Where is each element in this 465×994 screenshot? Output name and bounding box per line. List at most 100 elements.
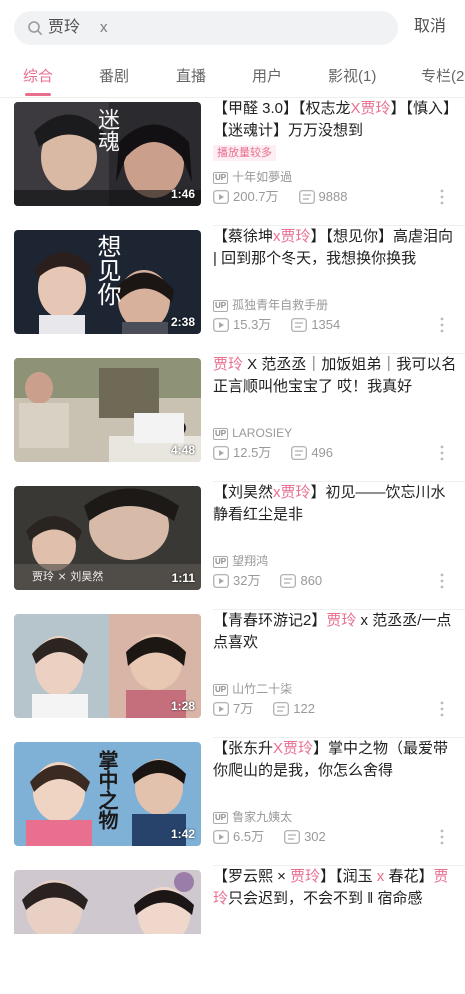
uploader-name: LAROSIEY <box>232 426 293 440</box>
tab-articles[interactable]: 专栏(2 <box>421 67 464 87</box>
danmaku-count-icon <box>280 574 297 588</box>
video-thumbnail[interactable]: 迷魂 1:46 <box>14 102 201 206</box>
danmaku-count-icon <box>291 318 308 332</box>
search-bar: 贾玲 x 取消 <box>0 0 465 58</box>
thumbnail-overlay-text: 贾玲 × 刘昊然 <box>32 570 104 583</box>
uploader-name: 山竹二十柒 <box>232 682 293 696</box>
video-title[interactable]: 【刘昊然x贾玲】初见——饮忘川水 静看红尘是非 <box>213 482 457 526</box>
danmaku-count-icon <box>291 446 308 460</box>
tab-live[interactable]: 直播 <box>176 67 206 87</box>
video-result[interactable]: 4:48 贾玲 X 范丞丞｜加饭姐弟｜我可以名正言顺叫他宝宝了 哎！我真好 UP… <box>0 354 465 482</box>
up-icon: UP <box>213 556 229 568</box>
title-keyword-highlight: x贾玲 <box>273 484 311 501</box>
more-options-icon[interactable] <box>439 188 445 206</box>
video-duration: 1:28 <box>170 699 195 713</box>
video-thumbnail[interactable]: 想见你 2:38 <box>14 230 201 334</box>
title-segment: 【蔡徐坤 <box>213 228 274 245</box>
video-duration: 1:42 <box>170 827 195 841</box>
tab-all[interactable]: 综合 <box>23 67 53 87</box>
video-title[interactable]: 【张东升X贾玲】掌中之物（最爱带你爬山的是我，你怎么舍得 <box>213 738 457 782</box>
danmaku-count: 496 <box>311 445 334 460</box>
more-options-icon[interactable] <box>439 572 445 590</box>
video-result[interactable]: 【罗云熙 × 贾玲】【润玉 x 春花】贾玲只会迟到，不会不到 ‖ 宿命感 <box>0 866 465 994</box>
title-segment: 【刘昊然 <box>213 484 274 501</box>
tab-movies[interactable]: 影视(1) <box>328 67 376 87</box>
more-options-icon[interactable] <box>439 444 445 462</box>
title-keyword-highlight: 贾玲 <box>290 868 321 885</box>
more-options-icon[interactable] <box>439 316 445 334</box>
danmaku-count: 1354 <box>311 317 341 332</box>
title-keyword-highlight: 贾玲 <box>213 356 244 373</box>
play-count-icon <box>213 574 229 588</box>
play-count: 200.7万 <box>233 189 279 204</box>
tab-active-indicator <box>25 93 51 96</box>
video-title[interactable]: 贾玲 X 范丞丞｜加饭姐弟｜我可以名正言顺叫他宝宝了 哎！我真好 <box>213 354 457 398</box>
stats-line: 32万 860 <box>213 573 322 589</box>
uploader-name: 孤独青年自救手册 <box>232 298 329 312</box>
search-icon <box>28 21 42 35</box>
play-count-icon <box>213 830 229 844</box>
play-count: 6.5万 <box>233 829 265 844</box>
video-duration: 1:11 <box>171 571 195 585</box>
video-title[interactable]: 【罗云熙 × 贾玲】【润玉 x 春花】贾玲只会迟到，不会不到 ‖ 宿命感 <box>213 866 457 910</box>
video-result[interactable]: 掌中之物 1:42 【张东升X贾玲】掌中之物（最爱带你爬山的是我，你怎么舍得 U… <box>0 738 465 866</box>
title-segment: 】【润玉 <box>320 868 373 885</box>
danmaku-count: 9888 <box>318 189 348 204</box>
uploader-name: 望翔鸿 <box>232 554 269 568</box>
cancel-button[interactable]: 取消 <box>414 16 446 38</box>
danmaku-count-icon <box>298 190 315 204</box>
video-thumbnail[interactable]: 1:28 <box>14 614 201 718</box>
tab-bangumi[interactable]: 番剧 <box>99 67 129 87</box>
video-result[interactable]: 贾玲 × 刘昊然 1:11 【刘昊然x贾玲】初见——饮忘川水 静看红尘是非 UP… <box>0 482 465 610</box>
video-title[interactable]: 【蔡徐坤x贾玲】【想见你】高虐泪向 | 回到那个冬天，我想换你换我 <box>213 226 457 270</box>
stats-line: 7万 122 <box>213 701 315 717</box>
play-count-icon <box>213 446 229 460</box>
uploader-line[interactable]: UP 鲁家九姨太 <box>213 809 292 825</box>
title-keyword-highlight: x贾玲 <box>273 228 311 245</box>
uploader-line[interactable]: UP 望翔鸿 <box>213 553 268 569</box>
video-result[interactable]: 想见你 2:38 【蔡徐坤x贾玲】【想见你】高虐泪向 | 回到那个冬天，我想换你… <box>0 226 465 354</box>
video-duration: 1:46 <box>170 187 195 201</box>
danmaku-count-icon <box>273 702 290 716</box>
uploader-name: 十年如夢過 <box>232 170 293 184</box>
video-thumbnail[interactable] <box>14 870 201 934</box>
video-duration: 2:38 <box>170 315 195 329</box>
danmaku-count: 122 <box>293 701 315 716</box>
play-count: 32万 <box>233 573 261 588</box>
title-keyword-highlight: 贾玲 <box>326 612 357 629</box>
title-segment: 【青春环游记2】 <box>213 612 327 629</box>
uploader-line[interactable]: UP 山竹二十柒 <box>213 681 292 697</box>
tab-users[interactable]: 用户 <box>252 67 282 87</box>
more-options-icon[interactable] <box>439 700 445 718</box>
hot-badge: 播放量较多 <box>213 145 276 161</box>
clear-icon[interactable]: x <box>100 18 108 38</box>
title-keyword-highlight: X贾玲 <box>273 740 314 757</box>
stats-line: 6.5万 302 <box>213 829 326 845</box>
video-result[interactable]: 1:28 【青春环游记2】贾玲 x 范丞丞/一点点喜欢 UP 山竹二十柒 7万 12… <box>0 610 465 738</box>
video-title[interactable]: 【青春环游记2】贾玲 x 范丞丞/一点点喜欢 <box>213 610 457 654</box>
uploader-line[interactable]: UP 十年如夢過 <box>213 169 292 185</box>
video-result[interactable]: 迷魂 1:46 【甲醛 3.0】【权志龙X贾玲】【慎入】【迷魂计】万万没想到 播… <box>0 98 465 226</box>
search-input[interactable]: 贾玲 x <box>14 11 398 45</box>
uploader-line[interactable]: UP LAROSIEY <box>213 425 292 441</box>
more-options-icon[interactable] <box>439 828 445 846</box>
up-icon: UP <box>213 684 229 696</box>
video-thumbnail[interactable]: 贾玲 × 刘昊然 1:11 <box>14 486 201 590</box>
title-segment: 只会迟到，不会不到 ‖ 宿命感 <box>228 890 423 907</box>
play-count-icon <box>213 702 229 716</box>
up-icon: UP <box>213 300 229 312</box>
video-thumbnail[interactable]: 掌中之物 1:42 <box>14 742 201 846</box>
thumbnail-overlay-text: 迷魂 <box>94 108 119 152</box>
stats-line: 15.3万 1354 <box>213 317 340 333</box>
stats-line: 12.5万 496 <box>213 445 333 461</box>
danmaku-count: 860 <box>300 573 323 588</box>
play-count-icon <box>213 190 229 204</box>
video-thumbnail[interactable]: 4:48 <box>14 358 201 462</box>
category-tabs: 综合 番剧 直播 用户 影视(1) 专栏(2 <box>0 58 465 98</box>
video-duration: 4:48 <box>170 443 195 457</box>
play-count: 12.5万 <box>233 445 272 460</box>
up-icon: UP <box>213 172 229 184</box>
video-title[interactable]: 【甲醛 3.0】【权志龙X贾玲】【慎入】【迷魂计】万万没想到 <box>213 98 457 142</box>
thumbnail-overlay-text: 想见你 <box>93 234 121 306</box>
uploader-line[interactable]: UP 孤独青年自救手册 <box>213 297 328 313</box>
